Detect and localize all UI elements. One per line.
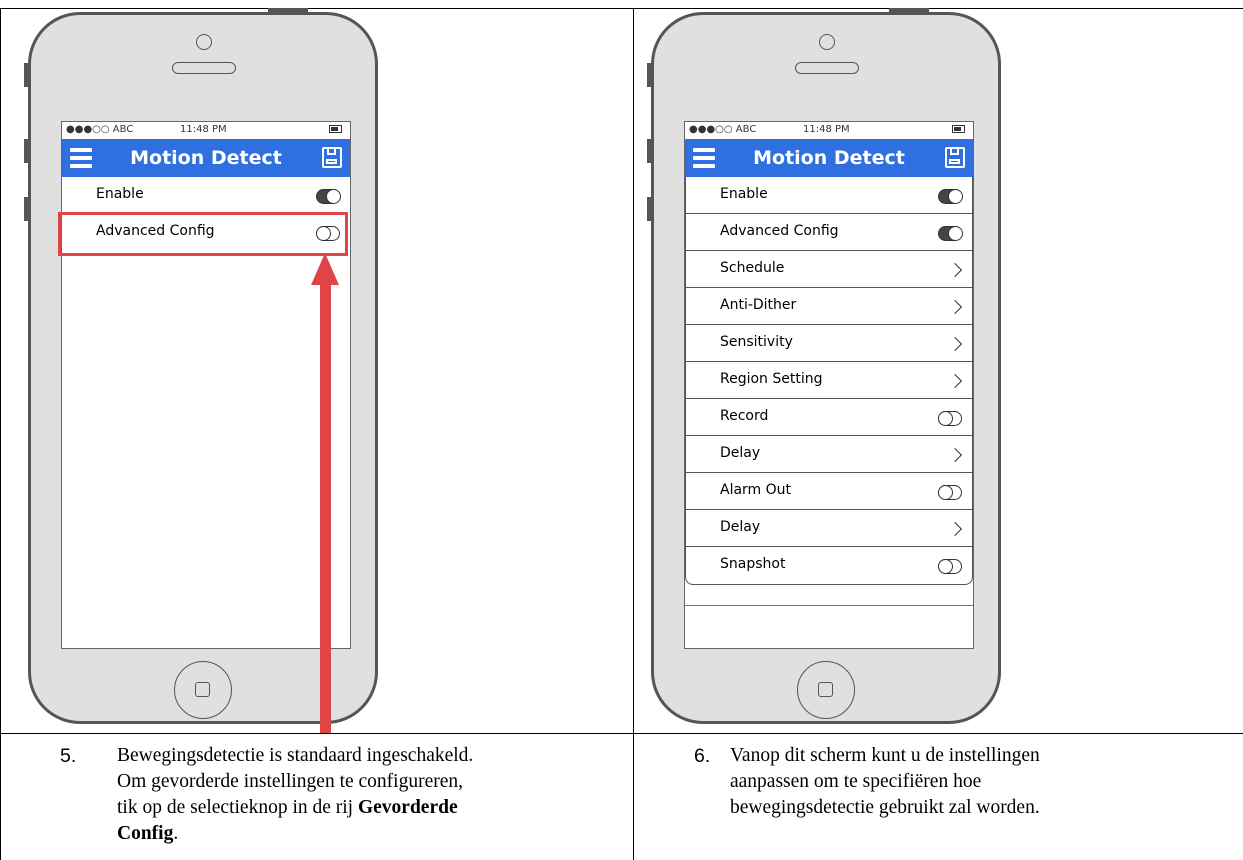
row-label: Schedule [720,260,785,276]
row-label: Alarm Out [720,482,792,498]
power-button [889,8,929,13]
alarm-out-toggle[interactable] [937,484,962,500]
carrier-label: ●●●○○ ABC [66,124,134,135]
caption-line: Bewegingsdetectie is standaard ingeschak… [117,745,474,766]
app-bar: Motion Detect [685,139,973,177]
volume-button [24,139,28,163]
left-phone-screen: ●●●○○ ABC 11:48 PM Motion Detect Enable … [61,121,351,649]
clock: 11:48 PM [180,124,227,135]
volume-button [24,197,28,221]
list-item-delay[interactable]: Delay [686,510,972,547]
advanced-config-toggle[interactable] [938,225,963,241]
save-icon[interactable] [945,147,965,168]
chevron-right-icon [947,373,963,389]
home-button[interactable] [174,661,232,719]
caption-text: tik op de selectieknop in de rij [117,797,358,818]
camera-icon [196,34,212,50]
status-bar: ●●●○○ ABC 11:48 PM [62,122,350,139]
caption-text: . [173,823,179,844]
caption-line: Om gevorderde instellingen te configurer… [117,771,464,792]
caption-line: Vanop dit scherm kunt u de instellingen [730,745,1040,766]
list-item-delay[interactable]: Delay [686,436,972,473]
row-label: Anti-Dither [720,297,797,313]
list-item-snapshot[interactable]: Snapshot [686,547,972,584]
list-item-enable: Enable [62,177,350,214]
carrier-label: ●●●○○ ABC [689,124,757,135]
row-label: Delay [720,445,761,461]
right-phone-frame: ●●●○○ ABC 11:48 PM Motion Detect Enable … [651,12,1001,724]
step-number: 5. [60,745,77,767]
chevron-right-icon [947,262,963,278]
row-label: Enable [720,186,768,202]
list-item-advanced-config[interactable]: Advanced Config [686,214,972,251]
caption-left: 5. Bewegingsdetectie is standaard ingesc… [60,743,630,847]
row-label: Delay [720,519,761,535]
caption-bold: Config [117,823,174,844]
chevron-right-icon [947,447,963,463]
right-phone-screen: ●●●○○ ABC 11:48 PM Motion Detect Enable … [684,121,974,649]
arrow-shaft [320,283,331,733]
arrow-up-icon [311,253,339,285]
list-item-alarm-out[interactable]: Alarm Out [686,473,972,510]
volume-button [647,139,651,163]
caption-line: tik op de selectieknop in de rij Gevorde… [117,795,630,821]
row-label: Enable [96,186,144,202]
enable-toggle[interactable] [316,188,341,204]
list-item-anti-dither[interactable]: Anti-Dither [686,288,972,325]
power-button [268,8,308,13]
volume-button [24,63,28,87]
enable-toggle[interactable] [938,188,963,204]
list-item-sensitivity[interactable]: Sensitivity [686,325,972,362]
list-item-enable[interactable]: Enable [686,177,972,214]
chevron-right-icon [947,521,963,537]
save-icon[interactable] [322,147,342,168]
volume-button [647,63,651,87]
caption-line: Config. [117,821,630,847]
status-bar: ●●●○○ ABC 11:48 PM [685,122,973,139]
camera-icon [819,34,835,50]
step-number: 6. [694,745,711,767]
app-title: Motion Detect [753,147,905,169]
chevron-right-icon [947,336,963,352]
row-label: Sensitivity [720,334,793,350]
battery-icon [329,125,342,133]
caption-line: bewegingsdetectie gebruikt zal worden. [730,797,1040,818]
settings-list: Enable Advanced Config Schedule Anti-Dit… [685,177,973,585]
highlight-box [58,212,348,256]
battery-icon [952,125,965,133]
list-item-region-setting[interactable]: Region Setting [686,362,972,399]
home-button[interactable] [797,661,855,719]
row-label: Snapshot [720,556,786,572]
speaker-icon [172,62,236,74]
row-label: Advanced Config [720,223,839,239]
volume-button [647,197,651,221]
record-toggle[interactable] [937,410,962,426]
app-title: Motion Detect [130,147,282,169]
caption-bold: Gevorderde [357,797,458,818]
chevron-right-icon [947,299,963,315]
row-label: Region Setting [720,371,823,387]
list-item-record[interactable]: Record [686,399,972,436]
caption-line: aanpassen om te specifiëren hoe [730,771,982,792]
caption-right: 6. Vanop dit scherm kunt u de instelling… [694,743,1239,821]
speaker-icon [795,62,859,74]
list-item-schedule[interactable]: Schedule [686,251,972,288]
list-footer-divider [685,605,973,606]
row-label: Record [720,408,769,424]
clock: 11:48 PM [803,124,850,135]
snapshot-toggle[interactable] [937,558,962,574]
app-bar: Motion Detect [62,139,350,177]
